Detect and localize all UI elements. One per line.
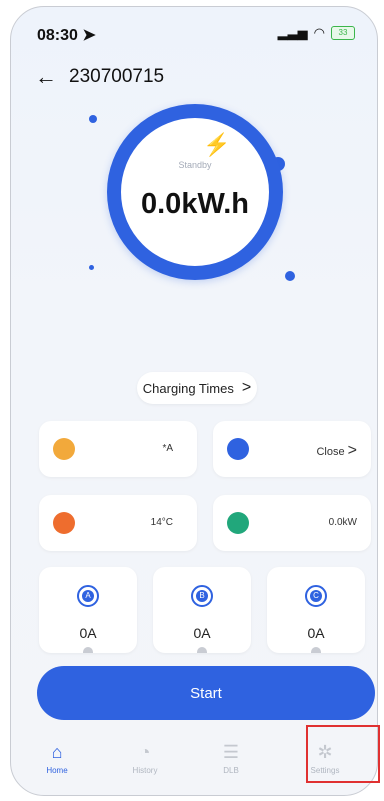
power-card: 0.0kW [213,495,371,551]
tab-dlb[interactable]: ☰ DLB [201,742,261,775]
status-icons: ▂▃▅ ◠ 33 [278,25,355,41]
tab-history[interactable]: ◔ History [115,742,175,775]
phase-c-current: 0A [307,625,325,641]
cable-lock-card[interactable]: Close > [213,421,371,477]
phase-a-current: 0A [79,625,97,641]
energy-dial: ⚡ Standby 0.0kW.h [107,104,283,280]
tab-dlb-label: DLB [223,766,239,775]
phase-c-icon: C [305,585,327,607]
start-button[interactable]: Start [37,666,375,720]
phase-b-icon: B [191,585,213,607]
thermometer-icon [53,512,75,534]
wifi-icon: ◠ [313,25,325,40]
settings-highlight-box [306,725,380,783]
power-value: 0.0kW [328,517,357,528]
phase-a-icon: A [77,585,99,607]
tab-home[interactable]: ⌂ Home [27,742,87,775]
chevron-right-icon: > [347,442,357,459]
header: ← 230700715 [35,63,353,91]
phase-c-card: C 0A [267,567,365,653]
tab-history-label: History [132,766,158,775]
phone-frame: 08:30 ➤ ▂▃▅ ◠ 33 ← 230700715 ⚡ Standby 0… [10,6,378,796]
decor-dot [89,265,94,270]
pie-chart-icon: ◔ [139,742,151,762]
battery-icon: 33 [331,26,355,40]
current-value: *A [162,443,173,454]
device-id-title: 230700715 [69,66,165,87]
decor-dot [89,115,97,123]
back-arrow-icon[interactable]: ← [35,64,57,90]
phase-b-current: 0A [193,625,211,641]
tab-home-label: Home [46,766,68,775]
current-card: *A [39,421,197,477]
signal-icon: ▂▃▅ [277,25,308,40]
status-bar: 08:30 ➤ ▂▃▅ ◠ 33 [11,19,377,44]
scroll-handle [311,647,321,653]
phase-a-card: A 0A [39,567,137,653]
charging-times-label: Charging Times [142,380,234,396]
chevron-right-icon: > [241,379,252,396]
decor-dot [285,271,295,281]
charger-status-label: Standby [178,160,212,170]
home-icon: ⌂ [51,742,63,762]
cable-lock-value: Close > [316,442,357,459]
current-icon [53,438,75,460]
lightning-bolt-icon: ⚡ [203,132,231,157]
energy-value: 0.0kW.h [141,188,249,220]
server-icon: ☰ [222,742,240,762]
scroll-handle [197,647,207,653]
gauge-icon [227,438,249,460]
status-time: 08:30 ➤ [37,27,96,44]
phase-b-card: B 0A [153,567,251,653]
temperature-card: 14°C [39,495,197,551]
temperature-value: 14°C [150,517,173,528]
scroll-handle [83,647,93,653]
charging-times-button[interactable]: Charging Times > [137,372,257,404]
power-icon [227,512,249,534]
